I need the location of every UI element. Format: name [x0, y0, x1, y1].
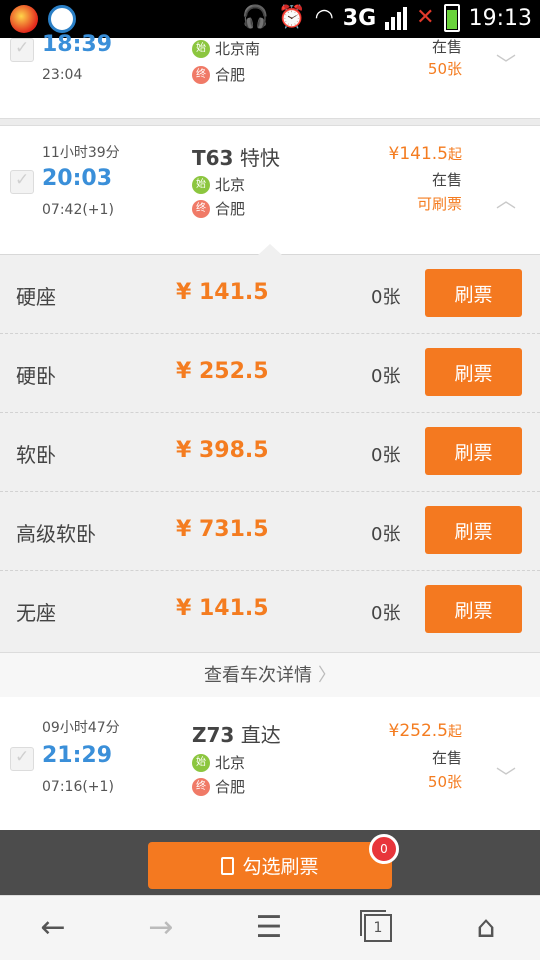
seat-count: 0张 [371, 287, 401, 308]
battery-icon [443, 4, 460, 32]
seat-type: 软卧 [16, 443, 56, 467]
seat-count: 0张 [371, 366, 401, 387]
chevron-up-icon[interactable]: ︿ [496, 184, 516, 213]
to-station: 终 合肥 [192, 198, 245, 219]
signal-icon [385, 6, 408, 30]
sale-status: 在售 [431, 749, 462, 767]
seat-price: ¥ 731.5 [176, 517, 269, 542]
panel-notch [258, 244, 282, 255]
refresh-ticket-button[interactable]: 刷票 [425, 506, 522, 554]
trip-duration: 11小时39分 [42, 145, 120, 161]
tabs-icon[interactable]: 1 [358, 910, 398, 946]
from-station: 始 北京南 [192, 38, 260, 59]
headphones-icon: 🎧 [241, 5, 270, 30]
train-details-link[interactable]: 查看车次详情〉 [0, 652, 540, 698]
start-station-icon: 始 [192, 175, 210, 194]
sale-status: 在售 [431, 171, 462, 189]
train-card[interactable]: 09小时47分 21:29 07:16(+1) Z73 直达 始 北京 终 合肥… [0, 697, 540, 822]
from-station: 始 北京 [192, 174, 245, 195]
select-refresh-button[interactable]: 勾选刷票 [148, 842, 392, 889]
alarm-icon: ⏰ [278, 5, 306, 30]
seat-count: 0张 [371, 524, 401, 545]
selected-count-badge: 0 [369, 834, 399, 864]
wifi-icon: ◠ [314, 5, 334, 30]
from-station: 始 北京 [192, 752, 245, 773]
refresh-ticket-button[interactable]: 刷票 [425, 348, 522, 396]
seat-price: ¥ 141.5 [176, 280, 269, 305]
ticket-availability: 50张 [427, 60, 462, 78]
notification-app-icon [10, 5, 38, 33]
back-arrow-icon[interactable]: ← [33, 910, 73, 946]
action-bar: 勾选刷票 [0, 830, 540, 895]
refresh-ticket-button[interactable]: 刷票 [425, 585, 522, 633]
clock: 19:13 [468, 5, 532, 31]
seat-row: 无座 ¥ 141.5 0张 刷票 [0, 571, 540, 650]
depart-time: 18:39 [42, 32, 113, 57]
seat-row: 硬座 ¥ 141.5 0张 刷票 [0, 255, 540, 334]
seat-price: ¥ 141.5 [176, 596, 269, 621]
card-divider [0, 118, 540, 126]
seat-row: 软卧 ¥ 398.5 0张 刷票 [0, 413, 540, 492]
trip-duration: 09小时47分 [42, 720, 120, 736]
train-checkbox[interactable] [10, 38, 34, 62]
refresh-ticket-button[interactable]: 刷票 [425, 269, 522, 317]
train-checkbox[interactable] [10, 170, 34, 194]
start-station-icon: 始 [192, 753, 210, 772]
train-name: T63 特快 [192, 146, 280, 170]
end-station-icon: 终 [192, 777, 210, 796]
end-station-icon: 终 [192, 65, 210, 84]
chevron-down-icon[interactable]: ﹀ [496, 761, 516, 790]
ticket-icon [221, 856, 235, 875]
depart-time: 21:29 [42, 743, 113, 768]
end-station-icon: 终 [192, 199, 210, 218]
seat-count: 0张 [371, 445, 401, 466]
sale-status: 在售 [431, 38, 462, 56]
ticket-availability: 可刷票 [416, 195, 462, 213]
train-checkbox[interactable] [10, 747, 34, 771]
depart-time: 20:03 [42, 166, 113, 191]
seat-type: 高级软卧 [16, 522, 96, 546]
train-card[interactable]: 11小时39分 20:03 07:42(+1) T63 特快 始 北京 终 合肥… [0, 126, 540, 254]
train-name: Z73 直达 [192, 723, 281, 747]
no-signal-icon: ✕ [416, 5, 435, 30]
seat-type: 硬座 [16, 285, 56, 309]
chevron-down-icon[interactable]: ﹀ [496, 48, 516, 77]
to-station: 终 合肥 [192, 64, 245, 85]
seat-price: ¥ 398.5 [176, 438, 269, 463]
seat-row: 硬卧 ¥ 252.5 0张 刷票 [0, 334, 540, 413]
chevron-right-icon: 〉 [318, 665, 336, 686]
lowest-price: ¥141.5起 [388, 144, 462, 164]
to-station: 终 合肥 [192, 776, 245, 797]
ticket-availability: 50张 [427, 773, 462, 791]
refresh-ticket-button[interactable]: 刷票 [425, 427, 522, 475]
seat-count: 0张 [371, 603, 401, 624]
network-type: 3G [342, 5, 377, 31]
arrive-time: 23:04 [42, 67, 83, 83]
notification-app-icon [48, 5, 76, 33]
train-card[interactable]: 18:39 23:04 始 北京南 终 合肥 在售 50张 ﹀ [0, 32, 540, 118]
browser-nav-bar: ← → ☰ 1 ⌂ [0, 895, 540, 960]
arrive-time: 07:16(+1) [42, 779, 114, 795]
start-station-icon: 始 [192, 39, 210, 58]
seat-type: 硬卧 [16, 364, 56, 388]
menu-icon[interactable]: ☰ [249, 910, 289, 946]
seat-type: 无座 [16, 601, 56, 625]
seat-panel: 硬座 ¥ 141.5 0张 刷票 硬卧 ¥ 252.5 0张 刷票 软卧 ¥ 3… [0, 244, 540, 698]
lowest-price: ¥252.5起 [388, 721, 462, 741]
forward-arrow-icon[interactable]: → [141, 910, 181, 946]
seat-row: 高级软卧 ¥ 731.5 0张 刷票 [0, 492, 540, 571]
arrive-time: 07:42(+1) [42, 202, 114, 218]
seat-price: ¥ 252.5 [176, 359, 269, 384]
home-icon[interactable]: ⌂ [466, 910, 506, 946]
